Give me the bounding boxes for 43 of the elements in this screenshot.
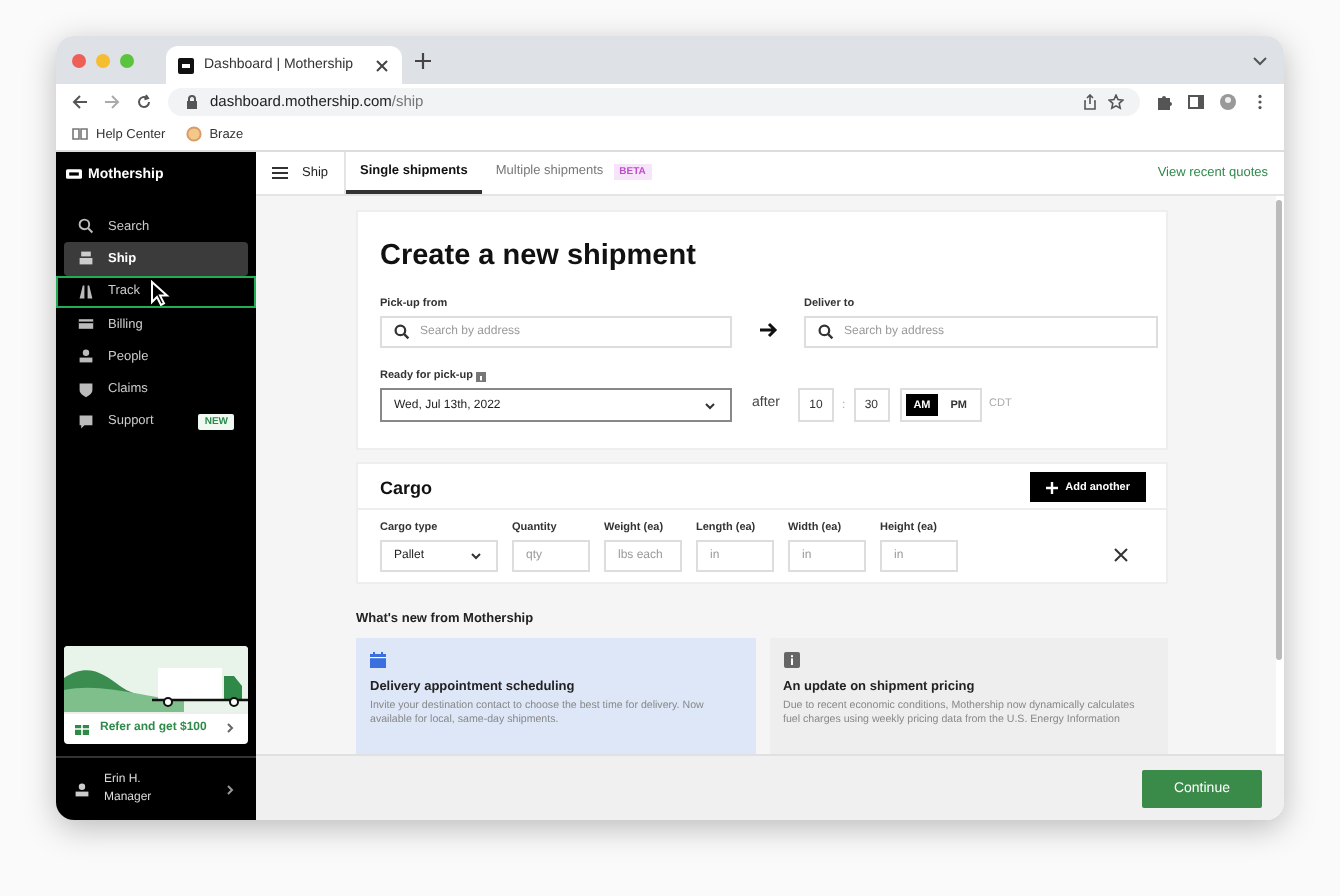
info-icon [783, 652, 799, 668]
plus-icon [1045, 481, 1058, 493]
boxes-icon [78, 250, 94, 267]
reload-icon[interactable] [136, 93, 152, 109]
scrollbar-thumb[interactable] [1276, 200, 1282, 660]
globe-icon [185, 126, 202, 142]
star-icon[interactable] [1108, 93, 1124, 109]
road-icon [78, 283, 94, 300]
chevron-down-icon[interactable] [1252, 52, 1268, 68]
card-icon [78, 316, 94, 333]
avatar-icon[interactable] [1220, 93, 1236, 109]
logo-icon [66, 166, 82, 182]
arrow-right-icon [760, 322, 778, 338]
chat-icon [78, 413, 94, 430]
chevron-down-icon [702, 397, 718, 413]
favicon-icon [178, 57, 194, 73]
new-tab-icon[interactable] [414, 51, 432, 69]
more-icon[interactable] [1252, 93, 1268, 109]
menu-icon[interactable] [272, 166, 288, 180]
person-icon [74, 781, 90, 797]
cursor-icon [150, 279, 170, 306]
shield-icon [78, 381, 94, 398]
cargo-title: Cargo [380, 477, 433, 497]
info-icon [476, 371, 487, 381]
lock-icon [184, 93, 200, 109]
side-panel-icon[interactable] [1188, 93, 1204, 109]
gift-icon [74, 720, 90, 736]
close-icon[interactable] [1114, 548, 1128, 562]
book-icon [72, 126, 88, 142]
person-icon [78, 348, 94, 365]
chevron-right-icon [222, 781, 238, 797]
page-title: Create a new shipment [380, 240, 698, 272]
calendar-icon [370, 652, 386, 668]
back-icon[interactable] [72, 93, 88, 109]
search-icon [78, 218, 94, 235]
search-icon [818, 324, 834, 340]
search-icon [394, 324, 410, 340]
chevron-down-icon [468, 548, 484, 564]
puzzle-icon[interactable] [1156, 93, 1172, 109]
share-icon[interactable] [1082, 93, 1098, 109]
chevron-right-icon [222, 720, 238, 736]
close-window-icon[interactable] [72, 53, 86, 67]
close-icon[interactable] [374, 57, 390, 73]
